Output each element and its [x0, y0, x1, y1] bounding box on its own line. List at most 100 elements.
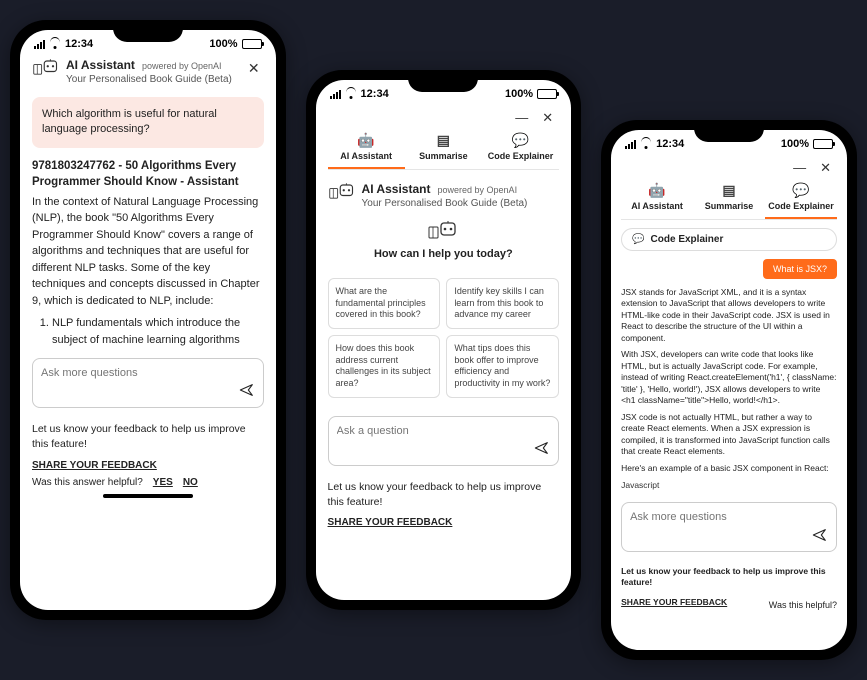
answer-body-text: In the context of Natural Language Proce…	[32, 196, 259, 307]
chat-icon: 💬	[484, 132, 557, 149]
suggestion-card[interactable]: Identify key skills I can learn from thi…	[446, 278, 559, 329]
screen-2: 12:34 100% — ✕ 🤖 AI Assistant ▤ Summaris…	[316, 80, 572, 600]
code-explainer-header: 💬 Code Explainer	[621, 228, 837, 251]
code-language-label: Javascript	[621, 480, 837, 491]
close-icon[interactable]: ✕	[542, 110, 553, 126]
minimize-icon[interactable]: —	[793, 160, 806, 176]
status-time: 12:34	[656, 138, 684, 150]
explainer-para: JSX stands for JavaScript XML, and it is…	[621, 287, 837, 344]
suggestion-card[interactable]: What tips does this book offer to improv…	[446, 335, 559, 398]
explainer-para: Here's an example of a basic JSX compone…	[621, 463, 837, 474]
tab-code-explainer[interactable]: 💬 Code Explainer	[482, 128, 559, 169]
suggestion-card[interactable]: What are the fundamental principles cove…	[328, 278, 441, 329]
wifi-icon	[49, 39, 61, 49]
screen-1: 12:34 100% AI Assistant powered by OpenA…	[20, 30, 276, 610]
question-input[interactable]	[630, 511, 828, 523]
tab-label: Code Explainer	[768, 201, 834, 211]
send-icon[interactable]	[534, 440, 550, 459]
share-feedback-link[interactable]: SHARE YOUR FEEDBACK	[328, 517, 560, 528]
powered-by-label: powered by OpenAI	[142, 61, 222, 71]
app-header: AI Assistant powered by OpenAI Your Pers…	[328, 178, 560, 215]
app-tagline: Your Personalised Book Guide (Beta)	[66, 74, 238, 85]
phone-frame-3: 12:34 100% — ✕ 🤖 AI Assistant ▤ Summaris…	[601, 120, 857, 660]
answer-list-item: NLP fundamentals which introduce the sub…	[52, 315, 264, 348]
code-explainer-label-text: Code Explainer	[651, 234, 724, 245]
send-icon[interactable]	[239, 382, 255, 401]
powered-by-label: powered by OpenAI	[438, 185, 518, 195]
notch	[694, 120, 764, 142]
status-battery-text: 100%	[209, 38, 237, 50]
tab-summarise[interactable]: ▤ Summarise	[405, 128, 482, 169]
status-time: 12:34	[65, 38, 93, 50]
battery-icon	[537, 89, 557, 99]
share-feedback-link[interactable]: SHARE YOUR FEEDBACK	[32, 460, 264, 471]
share-feedback-link[interactable]: SHARE YOUR FEEDBACK	[621, 597, 727, 607]
tab-code-explainer[interactable]: 💬 Code Explainer	[765, 178, 837, 219]
tab-ai-assistant[interactable]: 🤖 AI Assistant	[328, 128, 405, 169]
home-indicator[interactable]	[103, 494, 193, 498]
bot-icon	[32, 58, 60, 76]
suggestion-grid: What are the fundamental principles cove…	[328, 278, 560, 398]
helpful-question: Was this answer helpful?	[32, 477, 143, 488]
feedback-message: Let us know your feedback to help us imp…	[32, 422, 264, 451]
minimize-icon[interactable]: —	[515, 110, 528, 126]
wifi-icon	[345, 89, 357, 99]
signal-icon	[625, 140, 636, 149]
question-input-box[interactable]	[328, 416, 560, 466]
phone-frame-2: 12:34 100% — ✕ 🤖 AI Assistant ▤ Summaris…	[306, 70, 582, 610]
app-header: AI Assistant powered by OpenAI Your Pers…	[32, 54, 264, 91]
bot-icon: 🤖	[623, 182, 691, 199]
wifi-icon	[640, 139, 652, 149]
close-icon[interactable]: ✕	[820, 160, 831, 176]
app-title: AI Assistant	[362, 182, 431, 196]
tab-summarise[interactable]: ▤ Summarise	[693, 178, 765, 219]
question-input[interactable]	[41, 367, 255, 379]
bot-icon	[427, 221, 459, 244]
window-controls: — ✕	[621, 154, 837, 178]
send-icon[interactable]	[812, 527, 828, 545]
close-icon[interactable]: ✕	[244, 58, 264, 79]
signal-icon	[330, 90, 341, 99]
notch	[113, 20, 183, 42]
help-prompt: How can I help you today?	[328, 221, 560, 260]
signal-icon	[34, 40, 45, 49]
status-battery-text: 100%	[781, 138, 809, 150]
feedback-message: Let us know your feedback to help us imp…	[621, 566, 837, 590]
explainer-para: JSX code is not actually HTML, but rathe…	[621, 412, 837, 458]
bot-icon: 🤖	[330, 132, 403, 149]
notch	[408, 70, 478, 92]
helpful-row: Was this answer helpful? YES NO	[32, 477, 264, 488]
document-icon: ▤	[407, 132, 480, 149]
explainer-para: With JSX, developers can write code that…	[621, 349, 837, 406]
help-heading: How can I help you today?	[328, 248, 560, 260]
explainer-body: JSX stands for JavaScript XML, and it is…	[621, 287, 837, 492]
question-input-box[interactable]	[621, 502, 837, 552]
helpful-yes-button[interactable]: YES	[153, 477, 173, 488]
document-icon: ▤	[695, 182, 763, 199]
suggestion-card[interactable]: How does this book address current chall…	[328, 335, 441, 398]
tabs: 🤖 AI Assistant ▤ Summarise 💬 Code Explai…	[328, 128, 560, 170]
chat-icon: 💬	[632, 234, 644, 245]
user-chip-row: What is JSX?	[621, 259, 837, 279]
phone-frame-1: 12:34 100% AI Assistant powered by OpenA…	[10, 20, 286, 620]
bot-icon	[328, 182, 356, 200]
battery-icon	[813, 139, 833, 149]
status-battery-text: 100%	[505, 88, 533, 100]
app-tagline: Your Personalised Book Guide (Beta)	[362, 198, 560, 209]
tab-label: AI Assistant	[631, 201, 683, 211]
question-input-box[interactable]	[32, 358, 264, 408]
tab-label: AI Assistant	[340, 151, 392, 161]
screen-3: 12:34 100% — ✕ 🤖 AI Assistant ▤ Summaris…	[611, 130, 847, 650]
helpful-no-button[interactable]: NO	[183, 477, 198, 488]
question-input[interactable]	[337, 425, 551, 437]
tab-label: Code Explainer	[488, 151, 554, 161]
window-controls: — ✕	[328, 104, 560, 128]
app-title: AI Assistant	[66, 58, 135, 72]
tab-label: Summarise	[419, 151, 468, 161]
answer-body: In the context of Natural Language Proce…	[32, 194, 264, 349]
status-time: 12:34	[361, 88, 389, 100]
battery-icon	[242, 39, 262, 49]
tab-label: Summarise	[705, 201, 754, 211]
tab-ai-assistant[interactable]: 🤖 AI Assistant	[621, 178, 693, 219]
chat-icon: 💬	[767, 182, 835, 199]
